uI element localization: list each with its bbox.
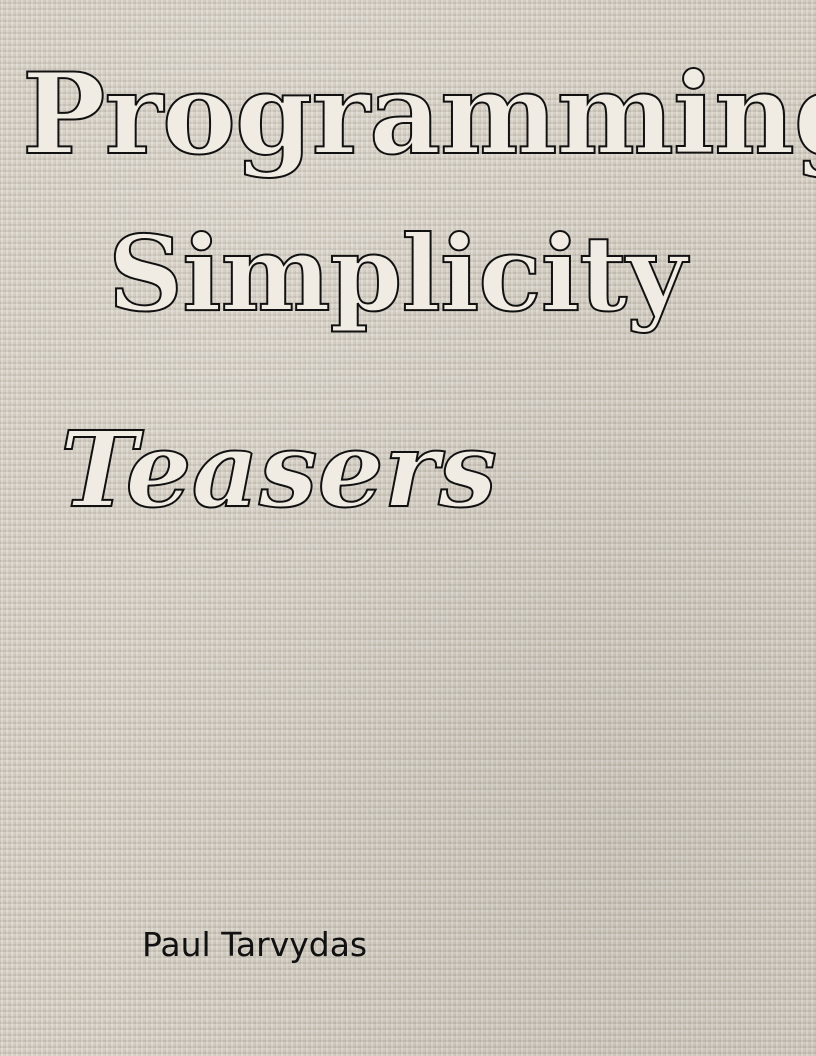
book-cover: Programming Simplicity Teasers Paul Tarv… xyxy=(0,0,816,1056)
title-line-simplicity: Simplicity xyxy=(107,212,688,335)
title-line-teasers: Teasers xyxy=(59,408,498,531)
title-line-programming: Programming xyxy=(21,50,816,180)
author-name: Paul Tarvydas xyxy=(142,925,368,964)
